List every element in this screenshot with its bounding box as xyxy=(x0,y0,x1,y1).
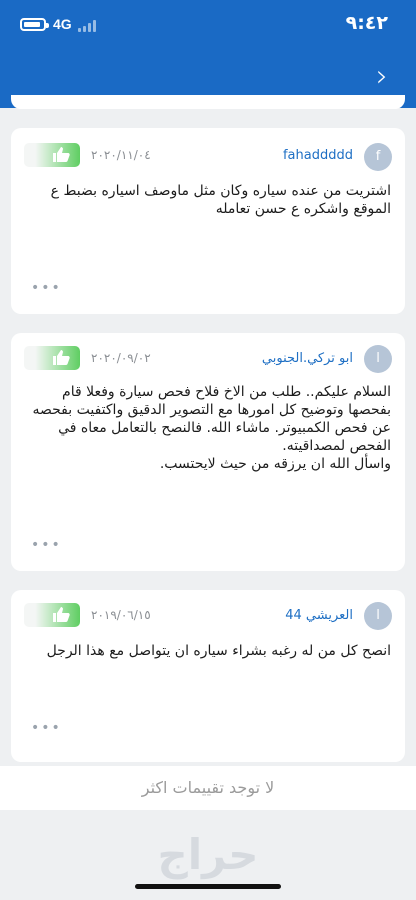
more-options-button[interactable]: ••• xyxy=(31,280,62,296)
review-card-partial xyxy=(11,95,405,109)
review-card: ا ابو تركي.الجنوبي ٢٠٢٠/٠٩/٠٢ السلام علي… xyxy=(11,333,405,571)
network-indicator: 4G xyxy=(53,16,72,32)
review-text: انصح كل من له رغبه بشراء سياره ان يتواصل… xyxy=(46,643,391,659)
home-indicator[interactable] xyxy=(135,884,281,889)
reviewer-name[interactable]: العريشي 44 xyxy=(285,608,353,623)
battery-icon xyxy=(20,18,49,31)
like-button[interactable] xyxy=(24,603,80,627)
status-time: ٩:٤٢ xyxy=(345,12,388,34)
thumbs-up-icon xyxy=(53,147,70,162)
thumbs-up-icon xyxy=(53,607,70,622)
status-bar: 4G ٩:٤٢ xyxy=(0,0,416,52)
signal-icon xyxy=(78,20,98,32)
review-text: السلام عليكم.. طلب من الاخ فلاح فحص سيار… xyxy=(32,384,392,472)
reviewer-name[interactable]: fahaddddd xyxy=(283,148,353,163)
chevron-right-icon[interactable]: › xyxy=(376,62,388,92)
reviewer-name[interactable]: ابو تركي.الجنوبي xyxy=(262,351,353,366)
app-header: 4G ٩:٤٢ › xyxy=(0,0,416,108)
review-text: اشتريت من عنده سياره وكان مثل ماوصف اسيا… xyxy=(50,183,391,217)
review-date: ٢٠٢٠/٠٩/٠٢ xyxy=(91,351,151,365)
review-card: f fahaddddd ٢٠٢٠/١١/٠٤ اشتريت من عنده سي… xyxy=(11,128,405,314)
more-options-button[interactable]: ••• xyxy=(31,537,62,553)
like-button[interactable] xyxy=(24,143,80,167)
avatar: f xyxy=(364,143,392,171)
avatar: ا xyxy=(364,345,392,373)
avatar: ا xyxy=(364,602,392,630)
review-card: ا العريشي 44 ٢٠١٩/٠٦/١٥ انصح كل من له رغ… xyxy=(11,590,405,762)
haraj-logo: حراج xyxy=(157,830,259,879)
thumbs-up-icon xyxy=(53,350,70,365)
review-date: ٢٠٢٠/١١/٠٤ xyxy=(91,148,151,162)
like-button[interactable] xyxy=(24,346,80,370)
review-date: ٢٠١٩/٠٦/١٥ xyxy=(91,608,151,622)
more-options-button[interactable]: ••• xyxy=(31,720,62,736)
no-more-reviews: لا توجد تقييمات اكثر xyxy=(0,766,416,810)
